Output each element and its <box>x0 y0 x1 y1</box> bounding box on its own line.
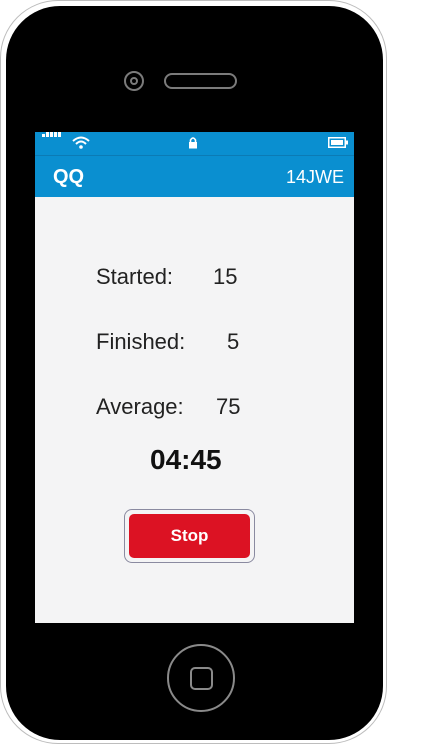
header-code: 14JWE <box>285 167 344 187</box>
stat-finished-value: 5 <box>227 329 240 354</box>
stat-average-value: 75 <box>216 394 241 419</box>
status-bar <box>35 132 354 156</box>
home-button[interactable] <box>167 644 235 712</box>
wifi-icon <box>72 136 90 149</box>
app-title: QQ <box>53 166 85 188</box>
timer-display: 04:45 <box>150 444 222 475</box>
home-square-icon <box>190 667 213 690</box>
app-header: QQ 14JWE <box>35 156 354 197</box>
camera-icon <box>124 71 144 91</box>
stop-button-frame: Stop <box>124 509 255 563</box>
stat-started-label: Started: <box>96 264 174 289</box>
stat-finished-label: Finished: <box>96 329 186 354</box>
battery-icon <box>328 137 348 148</box>
stat-started-value: 15 <box>213 264 238 289</box>
speaker-icon <box>164 73 237 89</box>
lock-icon <box>189 137 197 149</box>
app-screen: QQ 14JWE Started: 15 Finished: 5 Average… <box>35 132 354 623</box>
stat-average-label: Average: <box>96 394 184 419</box>
stop-button[interactable]: Stop <box>129 514 250 558</box>
